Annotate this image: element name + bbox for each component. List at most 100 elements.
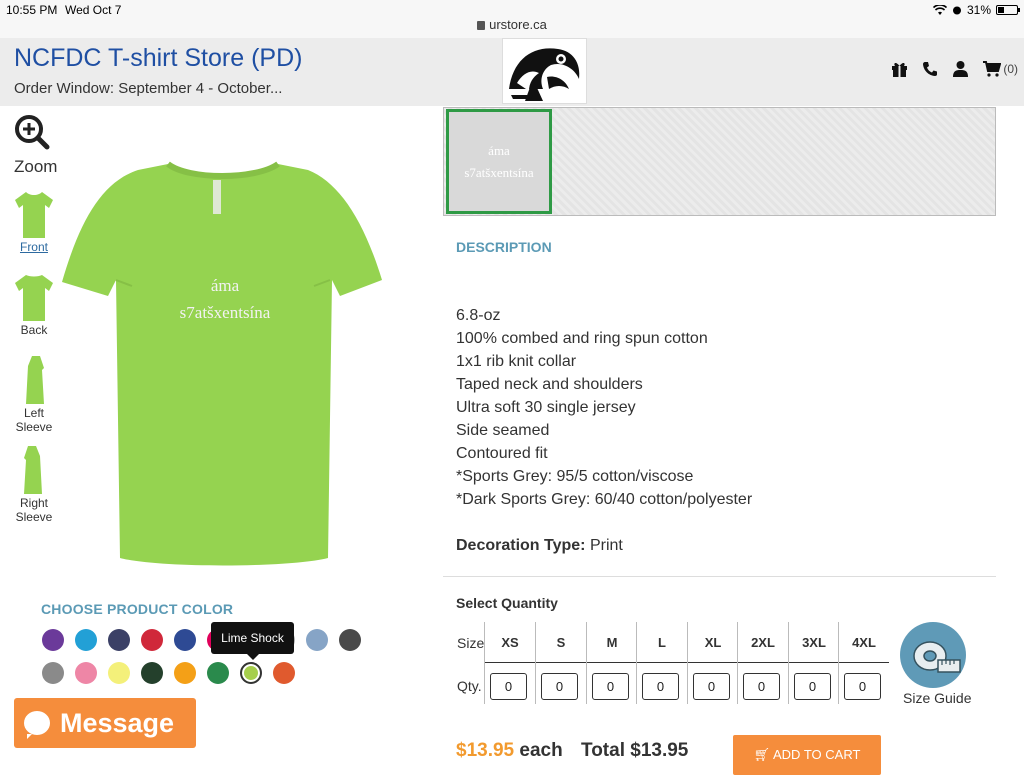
qty-input-2xl[interactable]: 0 — [743, 673, 780, 700]
desc-line: Contoured fit — [456, 445, 548, 462]
size-column-xs: XS 0 — [484, 622, 535, 704]
cart-small-icon: 🛒︎ — [753, 747, 771, 762]
shirt-preview[interactable] — [58, 158, 388, 568]
size-column-4xl: 4XL 0 — [838, 622, 889, 704]
zoom-label: Zoom — [14, 157, 58, 176]
message-button[interactable]: Message — [14, 698, 196, 748]
size-header: XS — [485, 622, 535, 663]
tape-measure-icon — [913, 641, 961, 673]
size-header: 2XL — [738, 622, 788, 663]
view-thumb-right-sleeve[interactable]: Right Sleeve — [10, 444, 58, 524]
size-header: 4XL — [839, 622, 889, 663]
qty-input-4xl[interactable]: 0 — [844, 673, 881, 700]
right-sleeve-text: Right Sleeve — [15, 496, 53, 524]
view-thumb-back[interactable]: Back — [10, 273, 58, 337]
shirt-back-thumbnail — [15, 275, 53, 321]
color-swatch[interactable] — [174, 662, 196, 684]
qty-input-s[interactable]: 0 — [541, 673, 578, 700]
design-thumbnail[interactable]: áma s7atšxentsína — [446, 109, 552, 214]
total-label: Total — [581, 740, 625, 761]
unit-price: $13.95 each — [456, 740, 563, 762]
size-header: S — [536, 622, 586, 663]
desc-line: 100% combed and ring spun cotton — [456, 330, 708, 347]
description-list: 6.8-oz 100% combed and ring spun cotton … — [456, 304, 752, 511]
store-header: NCFDC T-shirt Store (PD) Order Window: S… — [0, 38, 1024, 106]
total-amount: $13.95 — [630, 740, 689, 761]
desc-line: Taped neck and shoulders — [456, 376, 643, 393]
desc-line: *Sports Grey: 95/5 cotton/viscose — [456, 468, 694, 485]
cart-count: (0) — [1003, 61, 1018, 76]
color-swatch[interactable] — [75, 662, 97, 684]
qty-input-3xl[interactable]: 0 — [794, 673, 831, 700]
quantity-title: Select Quantity — [456, 595, 558, 611]
color-swatch[interactable] — [141, 629, 163, 651]
desc-line: 6.8-oz — [456, 307, 501, 324]
color-swatch[interactable] — [339, 629, 361, 651]
color-swatch[interactable] — [42, 662, 64, 684]
chat-bubble-icon — [24, 711, 50, 739]
view-label-right-sleeve: Right Sleeve — [10, 496, 58, 524]
size-header: 3XL — [789, 622, 839, 663]
cart-link[interactable]: (0) — [983, 60, 1018, 77]
total-price: Total $13.95 — [581, 740, 688, 762]
size-column-s: S0 — [535, 622, 586, 704]
color-swatch[interactable] — [207, 662, 229, 684]
qty-row-label: Qty. — [457, 678, 482, 694]
divider — [443, 576, 996, 577]
battery-icon — [996, 5, 1020, 15]
color-swatch[interactable] — [108, 662, 130, 684]
shirt-design-line-1: áma — [210, 276, 240, 295]
size-header: XL — [688, 622, 738, 663]
color-swatch[interactable] — [108, 629, 130, 651]
size-row-label: Size — [457, 635, 485, 651]
color-section-title: CHOOSE PRODUCT COLOR — [41, 601, 234, 617]
status-time: 10:55 PM — [6, 3, 58, 17]
add-to-cart-button[interactable]: 🛒︎ ADD TO CART — [733, 735, 881, 775]
wifi-icon — [932, 4, 947, 15]
color-swatch[interactable] — [42, 629, 64, 651]
color-swatch[interactable] — [306, 629, 328, 651]
color-swatch[interactable] — [273, 662, 295, 684]
status-date: Wed Oct 7 — [65, 3, 122, 17]
status-right: 31% — [932, 3, 1020, 17]
view-label-back: Back — [20, 323, 48, 337]
user-icon[interactable] — [952, 60, 969, 77]
qty-input-xl[interactable]: 0 — [693, 673, 730, 700]
size-guide-label[interactable]: Size Guide — [903, 690, 971, 706]
gift-icon[interactable] — [891, 61, 908, 77]
color-swatch[interactable] — [174, 629, 196, 651]
size-column-xl: XL 0 — [687, 622, 738, 704]
zoom-in-icon[interactable] — [14, 114, 50, 150]
color-swatch[interactable] — [75, 629, 97, 651]
address-bar[interactable]: urstore.ca — [0, 17, 1024, 32]
view-thumb-front[interactable]: Front — [10, 190, 58, 254]
status-bar: 10:55 PM Wed Oct 7 urstore.ca 31% — [0, 0, 1024, 38]
url-text: urstore.ca — [489, 17, 547, 32]
store-title[interactable]: NCFDC T-shirt Store (PD) — [14, 44, 302, 73]
size-column-2xl: 2XL 0 — [737, 622, 788, 704]
shirt-front-thumbnail — [15, 192, 53, 238]
design-thumb-line-2: s7atšxentsína — [464, 165, 534, 180]
decoration-value: Print — [589, 537, 623, 554]
view-label-front: Front — [19, 240, 48, 254]
shirt-design-line-2: s7atšxentsína — [179, 303, 271, 322]
qty-input-l[interactable]: 0 — [642, 673, 679, 700]
alarm-icon — [952, 6, 961, 15]
color-swatch[interactable] — [141, 662, 163, 684]
size-guide-button[interactable] — [900, 622, 966, 688]
desc-line: Ultra soft 30 single jersey — [456, 399, 636, 416]
size-column-3xl: 3XL 0 — [788, 622, 839, 704]
logo-image — [509, 48, 580, 101]
color-swatch[interactable] — [240, 662, 262, 684]
add-to-cart-label: ADD TO CART — [773, 747, 861, 762]
description-title: DESCRIPTION — [456, 239, 552, 255]
qty-input-xs[interactable]: 0 — [490, 673, 527, 700]
phone-icon[interactable] — [922, 61, 938, 77]
view-thumb-left-sleeve[interactable]: Left Sleeve — [10, 354, 58, 434]
store-logo[interactable] — [502, 38, 587, 104]
qty-input-m[interactable]: 0 — [592, 673, 629, 700]
color-tooltip: Lime Shock — [211, 622, 294, 660]
view-label-left-sleeve: Left Sleeve — [10, 406, 58, 434]
shirt-design-text: áma s7atšxentsína — [140, 272, 310, 326]
lock-icon — [477, 21, 486, 30]
